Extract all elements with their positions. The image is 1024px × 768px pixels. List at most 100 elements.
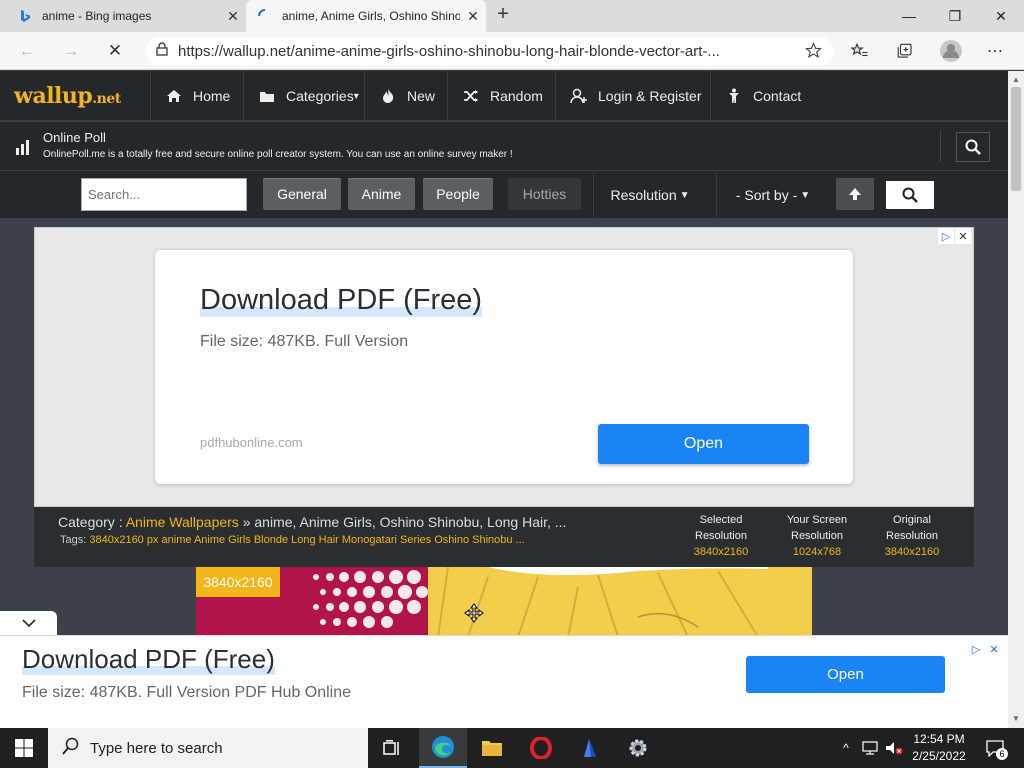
tags-links[interactable]: 3840x2160 px anime Anime Girls Blonde Lo… — [89, 534, 524, 546]
filter-anime-button[interactable]: Anime — [348, 178, 415, 210]
wallpaper-hair-art — [428, 567, 812, 637]
ad-open-button[interactable]: Open — [598, 424, 809, 464]
nav-random[interactable]: Random — [447, 71, 543, 121]
scroll-up-icon[interactable]: ▲ — [1008, 73, 1024, 87]
notifications-icon[interactable]: 6 — [980, 728, 1010, 768]
resolution-dropdown[interactable]: Resolution ▼ — [593, 173, 706, 217]
nav-home[interactable]: Home — [150, 71, 230, 121]
ad-open-button[interactable]: Open — [746, 656, 945, 693]
favorite-star-icon[interactable] — [804, 41, 823, 64]
advertisement-bottom[interactable]: ▷ ✕ Download PDF (Free) File size: 487KB… — [0, 635, 1008, 728]
clock-time: 12:54 PM — [913, 732, 965, 746]
close-window-button[interactable]: ✕ — [978, 0, 1024, 32]
filter-people-button[interactable]: People — [423, 178, 493, 210]
selected-resolution: Selected Resolution 3840x2160 — [676, 512, 766, 560]
wallpaper-info-bar: Category : Anime Wallpapers » anime, Ani… — [34, 507, 974, 567]
browser-tab-bar: anime - Bing images ✕ anime, Anime Girls… — [0, 0, 1024, 32]
file-explorer-icon[interactable] — [468, 728, 516, 768]
start-button[interactable] — [0, 728, 48, 768]
notification-count-badge: 6 — [996, 748, 1008, 760]
url-field[interactable]: https://wallup.net/anime-anime-girls-osh… — [146, 37, 834, 65]
chevron-up-icon[interactable]: ^ — [838, 728, 854, 768]
opera-icon[interactable] — [517, 728, 565, 768]
res-value: 3840x2160 — [693, 546, 749, 558]
scroll-thumb[interactable] — [1011, 87, 1021, 191]
ad-headline: Download PDF (Free) — [200, 284, 483, 317]
category-label: Category : — [58, 514, 123, 530]
close-tab-icon[interactable]: ✕ — [220, 8, 246, 25]
clock-date: 2/25/2022 — [912, 749, 966, 763]
chevron-down-icon — [21, 619, 36, 628]
home-icon — [165, 89, 183, 103]
close-ad-icon[interactable]: ✕ — [986, 642, 1002, 656]
nav-login-register[interactable]: Login & Register — [555, 71, 702, 121]
task-view-icon[interactable] — [368, 728, 416, 768]
close-ad-icon[interactable]: ✕ — [955, 228, 971, 244]
ad-choices: ▷ ✕ — [937, 228, 971, 244]
nav-contact[interactable]: Contact — [710, 71, 801, 121]
restore-button[interactable]: ❐ — [932, 0, 978, 32]
app-icon[interactable] — [565, 728, 613, 768]
close-tab-icon[interactable]: ✕ — [460, 8, 486, 25]
ad-domain: pdfhubonline.com — [200, 435, 303, 450]
url-text: https://wallup.net/anime-anime-girls-osh… — [178, 42, 720, 60]
res-label: Original — [893, 514, 931, 526]
forward-arrow-icon[interactable]: → — [60, 40, 82, 62]
filter-hotties-button[interactable]: Hotties — [508, 178, 581, 210]
more-menu-icon[interactable]: ⋯ — [985, 41, 1005, 61]
page-scrollbar[interactable]: ▲ ▼ — [1008, 71, 1024, 728]
poll-title: Online Poll — [43, 130, 106, 145]
minimize-button[interactable]: — — [886, 0, 932, 32]
ad-card: Download PDF (Free) File size: 487KB. Fu… — [155, 250, 853, 484]
bing-icon — [18, 9, 32, 23]
ad-headline: Download PDF (Free) — [22, 644, 275, 675]
tab-title: anime - Bing images — [42, 9, 152, 23]
back-arrow-icon[interactable]: ← — [16, 40, 38, 62]
wallpaper-preview-image[interactable]: 3840x2160 — [196, 567, 812, 637]
res-value: 3840x2160 — [884, 546, 940, 558]
arrow-up-icon[interactable] — [836, 178, 874, 210]
sort-label: - Sort by - — [735, 187, 798, 203]
advertisement-top[interactable]: ▷ ✕ Download PDF (Free) File size: 487KB… — [34, 227, 974, 507]
logo-text: wallup — [14, 83, 93, 109]
tab-wallup-active[interactable]: anime, Anime Girls, Oshino Shinobu ✕ — [246, 0, 486, 32]
search-icon — [902, 187, 918, 203]
caret-down-icon: ▾ — [353, 90, 359, 102]
screen-resolution: Your Screen Resolution 1024x768 — [772, 512, 862, 560]
filter-general-button[interactable]: General — [263, 178, 341, 210]
site-logo[interactable]: wallup.net — [14, 83, 121, 109]
system-clock[interactable]: 12:54 PM 2/25/2022 — [900, 731, 978, 765]
stop-loading-icon[interactable]: ✕ — [104, 40, 126, 62]
new-tab-button[interactable]: + — [492, 4, 514, 26]
original-resolution: Original Resolution 3840x2160 — [867, 512, 957, 560]
tags-label: Tags: — [60, 534, 87, 546]
taskbar-search-box[interactable]: Type here to search — [48, 728, 368, 768]
res-label: Resolution — [791, 530, 843, 542]
collections-icon[interactable] — [895, 41, 915, 61]
search-button[interactable] — [886, 181, 934, 209]
adchoices-icon[interactable]: ▷ — [968, 642, 984, 656]
scroll-down-icon[interactable]: ▼ — [1008, 712, 1024, 726]
search-input[interactable] — [81, 178, 247, 211]
network-icon[interactable] — [860, 728, 882, 768]
favorites-list-icon[interactable] — [850, 41, 870, 61]
category-link[interactable]: Anime Wallpapers — [126, 514, 239, 530]
sort-dropdown[interactable]: - Sort by - ▼ — [716, 173, 829, 217]
settings-gear-icon[interactable] — [614, 728, 662, 768]
online-poll-banner[interactable]: Online Poll OnlinePoll.me is a totally f… — [0, 122, 1008, 170]
adchoices-icon[interactable]: ▷ — [938, 228, 954, 244]
ad-subline: File size: 487KB. Full Version — [200, 333, 409, 350]
search-toggle-icon[interactable] — [956, 132, 990, 162]
collapse-ad-button[interactable] — [0, 611, 57, 636]
windows-logo-icon — [15, 739, 33, 757]
caret-down-icon: ▼ — [679, 189, 690, 201]
profile-avatar-icon[interactable] — [939, 39, 963, 63]
nav-categories[interactable]: Categories ▾ — [243, 71, 359, 121]
nav-new[interactable]: New — [364, 71, 435, 121]
tab-bing-images[interactable]: anime - Bing images ✕ — [0, 0, 246, 32]
nav-label: Random — [490, 88, 543, 104]
edge-taskbar-icon[interactable] — [419, 728, 467, 768]
res-label: Resolution — [695, 530, 747, 542]
lock-icon — [146, 41, 178, 61]
shuffle-icon — [462, 89, 480, 103]
